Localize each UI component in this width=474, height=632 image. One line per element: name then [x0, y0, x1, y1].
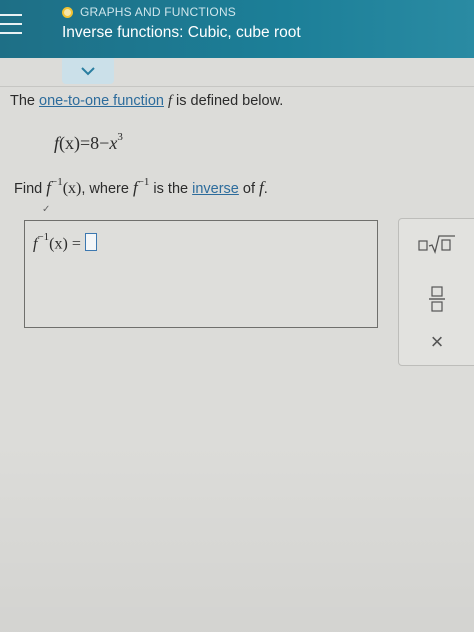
menu-icon[interactable]: [0, 14, 26, 36]
problem-statement: The one-to-one function f is defined bel…: [10, 93, 284, 109]
expand-tab[interactable]: [62, 58, 114, 84]
answer-label: f−1(x) =: [33, 231, 97, 253]
question-prompt: Find f−1(x), where f−1 is the inverse of…: [14, 176, 268, 197]
topic-row: GRAPHS AND FUNCTIONS: [62, 4, 236, 20]
checkmark-icon: ✓: [42, 204, 51, 215]
blank-area: [0, 440, 474, 632]
function-equation: f(x)=8−x3: [54, 131, 123, 153]
math-tools-panel: ×: [398, 218, 474, 366]
one-to-one-function-link[interactable]: one-to-one function: [39, 93, 164, 109]
header-bar: GRAPHS AND FUNCTIONS Inverse functions: …: [0, 0, 474, 58]
clear-button[interactable]: ×: [399, 329, 474, 355]
fraction-button[interactable]: [399, 285, 474, 318]
page-title: Inverse functions: Cubic, cube root: [62, 24, 301, 41]
topic-label: GRAPHS AND FUNCTIONS: [80, 5, 237, 19]
chevron-down-icon: [81, 66, 95, 75]
nth-root-icon: [418, 235, 455, 255]
fraction-icon: [429, 286, 445, 312]
answer-box[interactable]: f−1(x) =: [24, 220, 378, 328]
divider: [0, 86, 474, 87]
nth-root-button[interactable]: [399, 233, 474, 260]
close-icon: ×: [430, 329, 444, 354]
topic-status-icon: [62, 6, 73, 18]
answer-input[interactable]: [84, 233, 97, 252]
inverse-link[interactable]: inverse: [192, 181, 239, 197]
